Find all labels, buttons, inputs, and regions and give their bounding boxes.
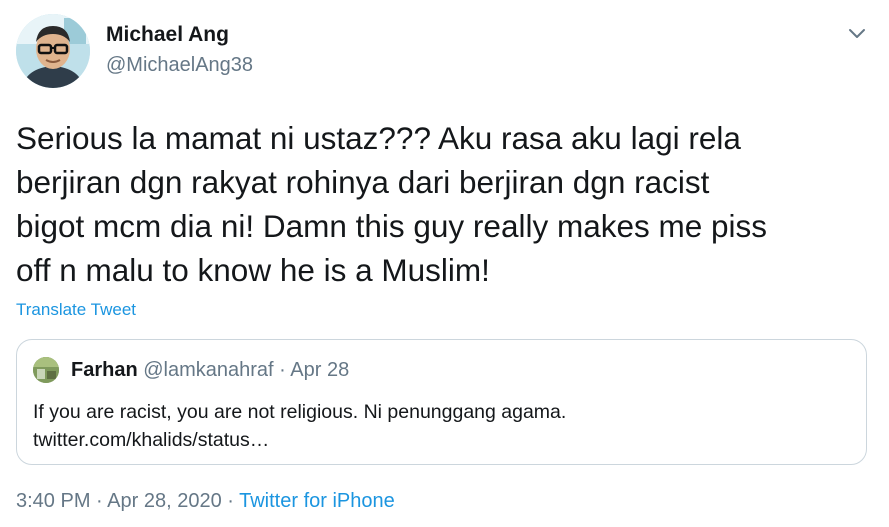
quoted-date: Apr 28 bbox=[290, 359, 350, 381]
author-name[interactable]: Michael Ang bbox=[106, 22, 253, 48]
quoted-author-handle: @lamkanahraf bbox=[143, 359, 274, 381]
footer-separator: · bbox=[221, 490, 240, 512]
author-info: Michael Ang @MichaelAng38 bbox=[106, 22, 253, 78]
quoted-tweet[interactable]: Farhan @lamkanahraf · Apr 28 If you are … bbox=[16, 339, 867, 465]
author-handle[interactable]: @MichaelAng38 bbox=[106, 52, 253, 78]
quoted-avatar-image bbox=[33, 357, 59, 383]
tweet-time[interactable]: 3:40 PM bbox=[16, 490, 90, 512]
avatar-image bbox=[16, 14, 90, 88]
quoted-text-body: If you are racist, you are not religious… bbox=[33, 401, 567, 423]
author-avatar[interactable] bbox=[16, 14, 90, 88]
tweet-card: Michael Ang @MichaelAng38 Serious la mam… bbox=[0, 0, 889, 527]
tweet-footer: 3:40 PM · Apr 28, 2020 · Twitter for iPh… bbox=[16, 490, 395, 513]
tweet-date[interactable]: Apr 28, 2020 bbox=[107, 490, 222, 512]
footer-separator: · bbox=[90, 490, 108, 512]
chevron-down-icon bbox=[849, 29, 865, 38]
quoted-separator: · bbox=[273, 359, 291, 381]
quoted-author-name: Farhan bbox=[71, 359, 138, 381]
quoted-text: If you are racist, you are not religious… bbox=[33, 398, 853, 454]
quoted-link: twitter.com/khalids/status… bbox=[33, 429, 270, 451]
tweet-text: Serious la mamat ni ustaz??? Aku rasa ak… bbox=[16, 120, 768, 288]
quoted-author-avatar bbox=[33, 357, 59, 383]
tweet-menu-button[interactable] bbox=[845, 24, 869, 44]
tweet-source-link[interactable]: Twitter for iPhone bbox=[239, 490, 395, 512]
quoted-header: Farhan @lamkanahraf · Apr 28 bbox=[71, 358, 349, 382]
translate-tweet-link[interactable]: Translate Tweet bbox=[16, 300, 136, 320]
